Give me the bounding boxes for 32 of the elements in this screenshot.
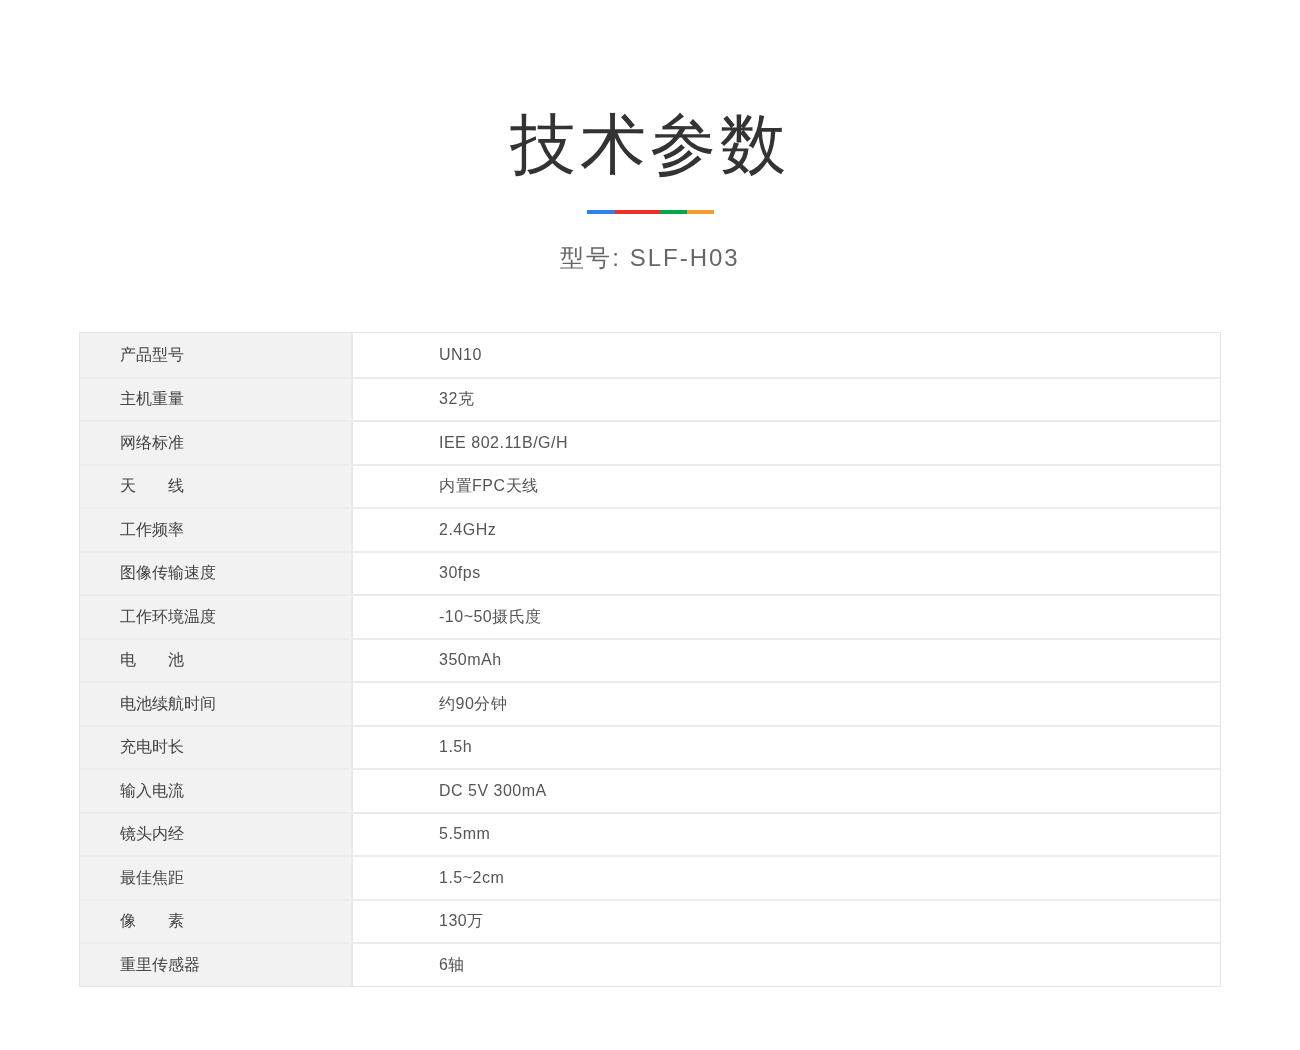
spec-value: 350mAh [438,650,503,671]
spec-label: 电 池 [80,639,353,681]
spec-label: 网络标准 [80,422,353,464]
spec-value: 5.5mm [438,824,492,845]
model-subtitle: 型号: SLF-H03 [560,243,740,273]
spec-label: 输入电流 [80,770,353,812]
spec-label: 产品型号 [80,333,353,377]
spec-label: 工作环境温度 [80,596,353,638]
spec-label: 图像传输速度 [80,552,353,594]
spec-label: 工作频率 [80,509,353,551]
spec-value: 6轴 [438,954,466,975]
spec-value: 130万 [438,911,485,932]
spec-label: 电池续航时间 [80,683,353,725]
spec-label: 重里传感器 [80,944,353,986]
spec-value: 1.5~2cm [438,867,506,888]
spec-label: 镜头内经 [80,813,353,855]
spec-value: 30fps [438,563,482,584]
spec-value: DC 5V 300mA [438,780,548,801]
spec-value: 内置FPC天线 [438,476,540,497]
spec-label: 充电时长 [80,726,353,768]
spec-value: -10~50摄氏度 [438,606,543,627]
spec-value: 32克 [438,389,476,410]
page-title: 技术参数 [510,106,790,183]
spec-value: 1.5h [438,737,474,758]
spec-label: 主机重量 [80,378,353,420]
spec-label: 最佳焦距 [80,857,353,899]
spec-label: 天 线 [80,465,353,507]
spec-value: IEE 802.11B/G/H [438,432,570,453]
spec-value: 约90分钟 [438,693,509,714]
spec-value: UN10 [438,344,483,365]
spec-label: 像 素 [80,900,353,942]
spec-value: 2.4GHz [438,519,498,540]
